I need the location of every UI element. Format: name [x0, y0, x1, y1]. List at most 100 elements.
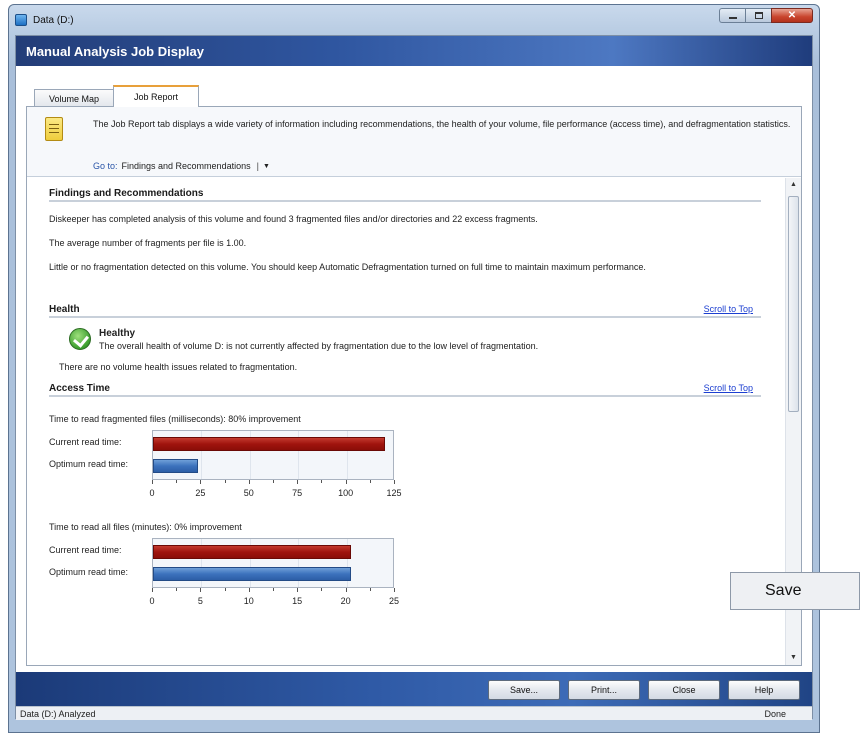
category-label: Optimum read time: [49, 459, 129, 469]
x-minor-tick [176, 588, 178, 591]
app-window: Data (D:) ✕ Manual Analysis Job Display … [8, 4, 820, 733]
scroll-thumb[interactable] [788, 196, 799, 412]
x-minor-tick [369, 480, 371, 483]
category-label: Current read time: [49, 437, 122, 447]
x-tick-label: 15 [292, 596, 303, 606]
chart-plot-area [152, 538, 394, 588]
goto-separator: | [256, 161, 259, 171]
window-controls: ✕ [719, 8, 813, 23]
health-status: Healthy [99, 328, 136, 339]
chart-all-files: Time to read all files (minutes): 0% imp… [49, 522, 449, 622]
chart-fragmented-files: Time to read fragmented files (milliseco… [49, 414, 449, 514]
window-title: Data (D:) [33, 15, 74, 26]
client-area: Manual Analysis Job Display Volume Map J… [15, 35, 813, 720]
info-box: The Job Report tab displays a wide varie… [27, 107, 801, 177]
maximize-icon [754, 12, 763, 19]
chart-plot-area [152, 430, 394, 480]
access-time-title: Access Time [49, 383, 110, 394]
button-bar: Save... Print... Close Help [16, 672, 812, 706]
chevron-down-icon[interactable]: ▼ [263, 163, 270, 170]
title-bar: Data (D:) ✕ [9, 5, 819, 35]
findings-title: Findings and Recommendations [49, 188, 204, 199]
status-bar: Data (D:) Analyzed Done [16, 706, 812, 720]
x-tick-mark [152, 588, 153, 592]
findings-text-1: Diskeeper has completed analysis of this… [49, 214, 538, 224]
category-label: Optimum read time: [49, 567, 129, 577]
x-tick-mark [297, 480, 299, 484]
bar-current-read-time [153, 437, 386, 451]
x-tick-label: 50 [243, 488, 254, 498]
scroll-to-top-link[interactable]: Scroll to Top [704, 304, 753, 314]
header-band: Manual Analysis Job Display [16, 36, 812, 66]
x-tick-mark [297, 588, 299, 592]
bar-optimum-read-time [153, 567, 352, 581]
close-button[interactable]: Close [648, 680, 720, 700]
bar-current-read-time [153, 545, 352, 559]
scroll-up-icon[interactable]: ▲ [786, 178, 801, 192]
x-tick-label: 75 [292, 488, 303, 498]
findings-header: Findings and Recommendations [49, 186, 761, 202]
findings-text-3: Little or no fragmentation detected on t… [49, 262, 646, 272]
x-tick-mark [248, 588, 250, 592]
health-description: The overall health of volume D: is not c… [99, 341, 539, 351]
tab-volume-map[interactable]: Volume Map [34, 89, 115, 107]
maximize-button[interactable] [745, 8, 771, 23]
x-minor-tick [273, 480, 274, 483]
chart-title: Time to read all files (minutes): 0% imp… [49, 522, 242, 532]
x-minor-tick [369, 588, 371, 591]
x-tick-label: 25 [195, 488, 206, 498]
health-note: There are no volume health issues relate… [59, 362, 298, 372]
save-tooltip[interactable]: Save [730, 572, 860, 610]
minimize-icon [728, 17, 737, 19]
close-icon: ✕ [787, 10, 797, 21]
x-minor-tick [224, 588, 226, 591]
x-tick-label: 5 [197, 596, 203, 606]
goto-label: Go to: [93, 161, 118, 171]
x-minor-tick [321, 480, 323, 483]
info-description: The Job Report tab displays a wide varie… [93, 119, 791, 129]
x-tick-label: 125 [386, 488, 402, 498]
x-tick-mark [345, 588, 347, 592]
scroll-down-icon[interactable]: ▼ [786, 651, 801, 665]
save-button[interactable]: Save... [488, 680, 560, 700]
close-window-button[interactable]: ✕ [771, 8, 813, 23]
health-header: Health Scroll to Top [49, 302, 761, 318]
goto-value: Findings and Recommendations [121, 161, 251, 171]
chart-title: Time to read fragmented files (milliseco… [49, 414, 301, 424]
tab-strip: Volume Map Job Report [34, 85, 200, 107]
x-tick-mark [394, 588, 395, 592]
x-minor-tick [176, 480, 178, 483]
x-tick-mark [345, 480, 347, 484]
health-title: Health [49, 304, 80, 315]
tab-job-report[interactable]: Job Report [113, 85, 200, 107]
check-icon [69, 328, 91, 350]
tab-panel: The Job Report tab displays a wide varie… [26, 106, 802, 666]
x-minor-tick [321, 588, 323, 591]
x-tick-mark [200, 480, 202, 484]
scroll-to-top-link[interactable]: Scroll to Top [704, 383, 753, 393]
access-time-header: Access Time Scroll to Top [49, 381, 761, 397]
x-minor-tick [273, 588, 274, 591]
app-icon [15, 14, 27, 26]
x-tick-label: 10 [243, 596, 254, 606]
page-title: Manual Analysis Job Display [26, 44, 204, 59]
x-tick-mark [248, 480, 250, 484]
status-text: Data (D:) Analyzed [20, 709, 96, 719]
print-button[interactable]: Print... [568, 680, 640, 700]
category-label: Current read time: [49, 545, 122, 555]
x-tick-mark [394, 480, 395, 484]
x-tick-label: 20 [340, 596, 351, 606]
goto-selector[interactable]: Go to: Findings and Recommendations | ▼ [93, 161, 270, 171]
x-tick-label: 100 [338, 488, 354, 498]
help-button[interactable]: Help [728, 680, 800, 700]
x-tick-label: 25 [388, 596, 400, 606]
x-tick-mark [152, 480, 153, 484]
x-tick-label: 0 [149, 488, 155, 498]
notepad-icon [45, 117, 63, 141]
findings-text-2: The average number of fragments per file… [49, 238, 247, 248]
report-content: Findings and Recommendations Diskeeper h… [27, 178, 785, 665]
minimize-button[interactable] [719, 8, 745, 23]
status-state: Done [764, 709, 786, 719]
bar-optimum-read-time [153, 459, 198, 473]
x-tick-mark [200, 588, 202, 592]
